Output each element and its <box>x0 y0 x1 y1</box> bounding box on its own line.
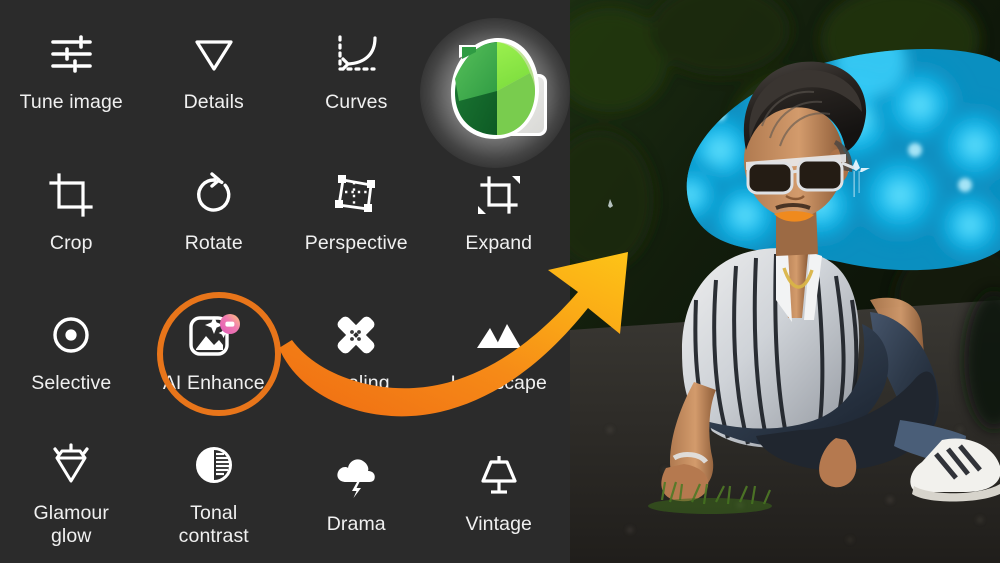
selective-icon <box>44 308 98 362</box>
tool-label: Details <box>183 90 244 113</box>
tool-label: Selective <box>31 372 112 395</box>
healing-icon <box>329 308 383 362</box>
snapseed-leaf-mark <box>451 37 547 139</box>
tool-crop[interactable]: Crop <box>0 141 143 282</box>
tool-label: Drama <box>326 513 386 536</box>
tool-ai-enhance[interactable]: AI Enhance <box>143 282 286 423</box>
tool-drama[interactable]: Drama <box>285 422 428 563</box>
tool-label: Glamour glow <box>33 501 109 547</box>
tool-label: Crop <box>49 231 93 254</box>
tool-label: Vintage <box>465 513 532 536</box>
tool-curves[interactable]: Curves <box>285 0 428 141</box>
rotate-icon <box>187 168 241 222</box>
tool-label: Healing <box>322 372 390 395</box>
perspective-icon <box>329 168 383 222</box>
tool-vintage[interactable]: Vintage <box>428 422 571 563</box>
vintage-icon <box>472 449 526 503</box>
tool-label: Rotate <box>184 231 243 254</box>
tool-label: Perspective <box>304 231 408 254</box>
glamour-glow-icon <box>44 438 98 492</box>
tool-tune-image[interactable]: Tune image <box>0 0 143 141</box>
tool-healing[interactable]: Healing <box>285 282 428 423</box>
tool-label: AI Enhance <box>162 372 265 395</box>
tool-label: Tonal contrast <box>178 501 249 547</box>
photo-preview[interactable] <box>570 0 1000 563</box>
screen-root: Tune image Details Curves Crop Rotate Pe… <box>0 0 1000 563</box>
details-icon <box>187 27 241 81</box>
tool-label: Landscape <box>450 372 547 395</box>
drama-icon <box>329 449 383 503</box>
tool-label: Expand <box>465 231 533 254</box>
ai-enhance-icon <box>187 308 241 362</box>
curves-icon <box>329 27 383 81</box>
tool-tonal-contrast[interactable]: Tonal contrast <box>143 422 286 563</box>
tool-details[interactable]: Details <box>143 0 286 141</box>
tune-image-icon <box>44 27 98 81</box>
tool-rotate[interactable]: Rotate <box>143 141 286 282</box>
tool-label: Curves <box>325 90 388 113</box>
tool-selective[interactable]: Selective <box>0 282 143 423</box>
crop-icon <box>44 168 98 222</box>
tool-glamour-glow[interactable]: Glamour glow <box>0 422 143 563</box>
landscape-icon <box>472 308 526 362</box>
tool-landscape[interactable]: Landscape <box>428 282 571 423</box>
expand-icon <box>472 168 526 222</box>
tools-panel: Tune image Details Curves Crop Rotate Pe… <box>0 0 570 563</box>
snapseed-logo-icon <box>420 18 570 168</box>
tool-perspective[interactable]: Perspective <box>285 141 428 282</box>
tonal-contrast-icon <box>187 438 241 492</box>
tool-label: Tune image <box>19 90 123 113</box>
photo-illustration <box>570 0 1000 563</box>
